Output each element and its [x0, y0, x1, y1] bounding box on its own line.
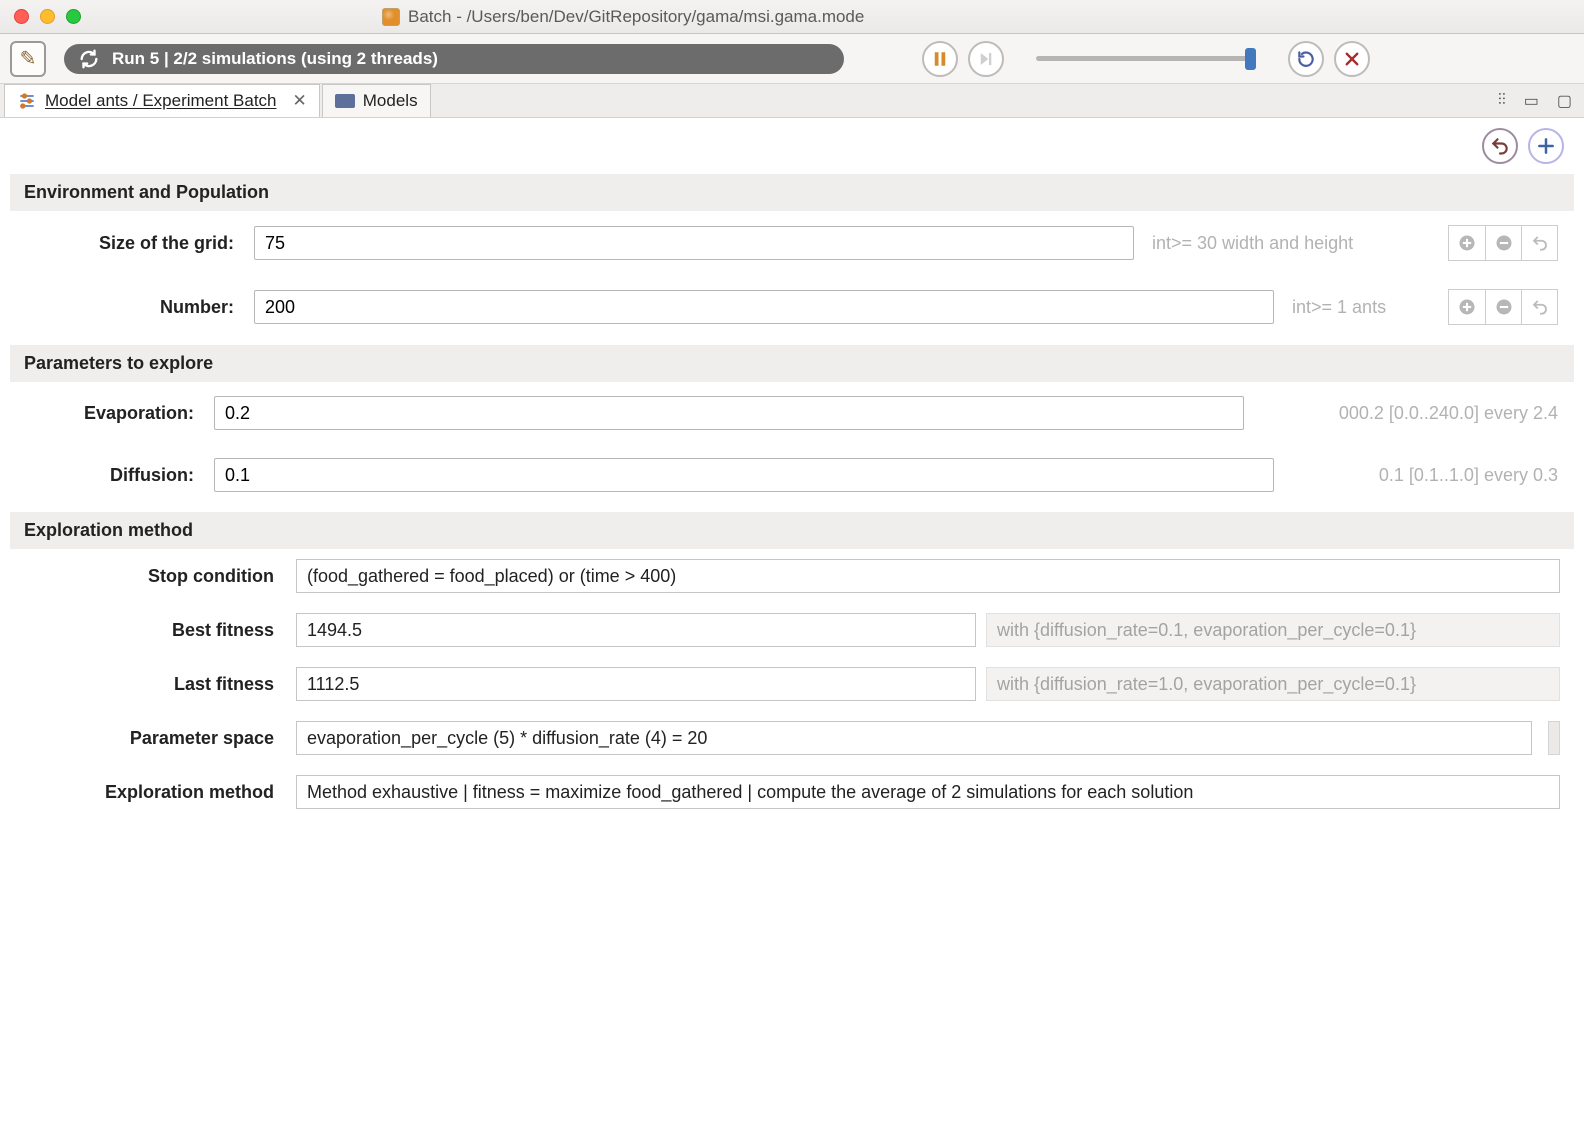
view-collapse-icon[interactable]: ⫶⫶: [1498, 92, 1506, 110]
cycle-icon: [78, 48, 100, 70]
run-status-text: Run 5 | 2/2 simulations (using 2 threads…: [112, 49, 438, 69]
param-label: Number:: [24, 297, 244, 318]
tab-close-button[interactable]: ✕: [293, 91, 307, 111]
param-label: Last fitness: [24, 674, 286, 695]
window-close-button[interactable]: [14, 9, 29, 24]
param-label: Best fitness: [24, 620, 286, 641]
undo-icon: [1490, 136, 1510, 156]
section-env-pop-header: Environment and Population: [10, 174, 1574, 211]
increment-button[interactable]: [1449, 226, 1485, 260]
param-label: Evaporation:: [24, 403, 204, 424]
exploration-method-field: Method exhaustive | fitness = maximize f…: [296, 775, 1560, 809]
param-label: Size of the grid:: [24, 233, 244, 254]
revert-button[interactable]: [1482, 128, 1518, 164]
param-label: Exploration method: [24, 782, 286, 803]
number-input[interactable]: [254, 290, 1274, 324]
param-label: Diffusion:: [24, 465, 204, 486]
reload-icon: [1296, 49, 1316, 69]
pause-button[interactable]: [922, 41, 958, 77]
folder-icon: [335, 94, 355, 108]
speed-slider[interactable]: [1036, 41, 1256, 77]
window-title-text: Batch - /Users/ben/Dev/GitRepository/gam…: [408, 7, 864, 27]
edit-mode-button[interactable]: ✎: [10, 41, 46, 77]
param-row-diffusion: Diffusion: 0.1 [0.1..1.0] every 0.3: [10, 444, 1574, 506]
last-fitness-annotation: with {diffusion_rate=1.0, evaporation_pe…: [986, 667, 1560, 701]
window-minimize-button[interactable]: [40, 9, 55, 24]
pause-icon: [931, 50, 949, 68]
param-annotation: 0.1 [0.1..1.0] every 0.3: [1284, 465, 1558, 486]
tab-experiment-batch[interactable]: Model ants / Experiment Batch ✕: [4, 84, 320, 117]
method-row-best-fitness: Best fitness 1494.5 with {diffusion_rate…: [10, 603, 1574, 657]
tab-label: Model ants / Experiment Batch: [45, 91, 277, 111]
pencil-icon: ✎: [20, 46, 37, 71]
stop-close-button[interactable]: [1334, 41, 1370, 77]
grid-size-input[interactable]: [254, 226, 1134, 260]
view-maximize-icon[interactable]: ▢: [1557, 91, 1572, 111]
decrement-button[interactable]: [1485, 290, 1521, 324]
method-row-parameter-space: Parameter space evaporation_per_cycle (5…: [10, 711, 1574, 765]
view-minimize-icon[interactable]: ▭: [1524, 91, 1539, 111]
last-fitness-field: 1112.5: [296, 667, 976, 701]
param-row-evaporation: Evaporation: 000.2 [0.0..240.0] every 2.…: [10, 382, 1574, 444]
reset-button[interactable]: [1521, 290, 1557, 324]
param-annotation: int>= 30 width and height: [1144, 233, 1438, 254]
reset-button[interactable]: [1521, 226, 1557, 260]
main-toolbar: ✎ Run 5 | 2/2 simulations (using 2 threa…: [0, 34, 1584, 84]
reload-button[interactable]: [1288, 41, 1324, 77]
method-row-exploration-method: Exploration method Method exhaustive | f…: [10, 765, 1574, 819]
param-row-grid-size: Size of the grid: int>= 30 width and hei…: [10, 211, 1574, 275]
param-label: Stop condition: [24, 566, 286, 587]
param-row-number: Number: int>= 1 ants: [10, 275, 1574, 339]
method-row-stop-condition: Stop condition (food_gathered = food_pla…: [10, 549, 1574, 603]
param-label: Parameter space: [24, 728, 286, 749]
increment-button[interactable]: [1449, 290, 1485, 324]
editor-tab-row: Model ants / Experiment Batch ✕ Models ⫶…: [0, 84, 1584, 118]
app-icon: [382, 8, 400, 26]
slider-thumb-icon[interactable]: [1245, 48, 1256, 70]
add-parameter-button[interactable]: [1528, 128, 1564, 164]
param-annotation: int>= 1 ants: [1284, 297, 1438, 318]
scroll-handle[interactable]: [1548, 721, 1560, 755]
step-icon: [977, 50, 995, 68]
parameters-panel: Environment and Population Size of the g…: [0, 118, 1584, 819]
number-stepper: [1448, 289, 1558, 325]
section-method-header: Exploration method: [10, 512, 1574, 549]
stop-condition-field[interactable]: (food_gathered = food_placed) or (time >…: [296, 559, 1560, 593]
parameter-space-field: evaporation_per_cycle (5) * diffusion_ra…: [296, 721, 1532, 755]
window-titlebar: Batch - /Users/ben/Dev/GitRepository/gam…: [0, 0, 1584, 34]
diffusion-input[interactable]: [214, 458, 1274, 492]
parameters-icon: [17, 91, 37, 111]
grid-size-stepper: [1448, 225, 1558, 261]
run-status-pill[interactable]: Run 5 | 2/2 simulations (using 2 threads…: [64, 44, 844, 74]
method-row-last-fitness: Last fitness 1112.5 with {diffusion_rate…: [10, 657, 1574, 711]
tab-models[interactable]: Models: [322, 84, 431, 117]
tab-label: Models: [363, 91, 418, 111]
best-fitness-field: 1494.5: [296, 613, 976, 647]
plus-icon: [1536, 136, 1556, 156]
decrement-button[interactable]: [1485, 226, 1521, 260]
close-icon: [1343, 50, 1361, 68]
param-annotation: 000.2 [0.0..240.0] every 2.4: [1254, 403, 1558, 424]
window-zoom-button[interactable]: [66, 9, 81, 24]
best-fitness-annotation: with {diffusion_rate=0.1, evaporation_pe…: [986, 613, 1560, 647]
step-button[interactable]: [968, 41, 1004, 77]
slider-track: [1036, 56, 1256, 61]
evaporation-input[interactable]: [214, 396, 1244, 430]
section-params-explore-header: Parameters to explore: [10, 345, 1574, 382]
